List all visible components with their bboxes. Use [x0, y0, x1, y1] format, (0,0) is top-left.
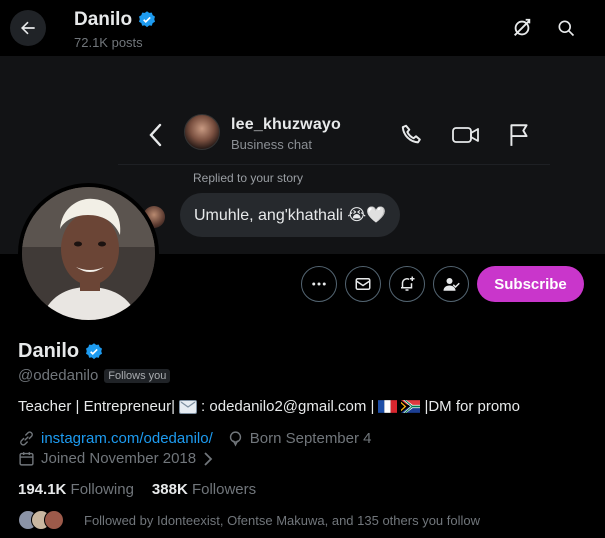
verified-icon: [139, 11, 156, 28]
back-arrow-icon: [21, 21, 35, 35]
header-name-text: Danilo: [74, 9, 133, 30]
message-button[interactable]: [345, 266, 381, 302]
notification-add-icon: [401, 276, 415, 291]
profile-name: Danilo: [18, 340, 104, 363]
no-repost-button[interactable]: [510, 16, 534, 40]
more-button[interactable]: [301, 266, 337, 302]
followers-link[interactable]: 388K Followers: [152, 481, 256, 498]
profile-meta-row-2[interactable]: Joined November 2018: [18, 450, 214, 467]
followed-by-text: Followed by Idonteexist, Ofentse Makuwa,…: [84, 512, 480, 528]
follows-you-badge: Follows you: [104, 368, 171, 383]
profile-born: Born September 4: [249, 430, 372, 447]
chevron-left-icon: [149, 123, 162, 147]
bio-prefix: Teacher | Entrepreneur|: [18, 398, 176, 415]
bio-suffix: |DM for promo: [424, 398, 521, 415]
south-africa-flag-icon: [401, 400, 421, 413]
calendar-icon: [19, 452, 34, 466]
top-bar: Danilo 72.1K posts: [0, 0, 605, 56]
profile-joined: Joined November 2018: [41, 450, 197, 467]
chat-avatar: [184, 114, 220, 150]
link-icon: [20, 431, 33, 446]
mutual-avatar-3: [44, 510, 64, 530]
back-button[interactable]: [10, 10, 46, 46]
header-name: Danilo: [74, 9, 157, 31]
chat-username: lee_khuzwayo: [231, 116, 342, 133]
followers-label: Followers: [191, 481, 257, 498]
message-bubble: Umuhle, ang'khathali 😭🤍: [180, 193, 400, 237]
following-link[interactable]: 194.1K Following: [18, 481, 134, 498]
chat-subtitle: Business chat: [231, 137, 312, 152]
phone-icon: [401, 124, 421, 144]
profile-avatar-frame[interactable]: [18, 183, 159, 324]
replied-to-story-label: Replied to your story: [193, 171, 304, 185]
video-icon: [452, 127, 479, 143]
follow-button[interactable]: [433, 266, 469, 302]
profile-link[interactable]: instagram.com/odedanilo/: [41, 430, 213, 447]
subscribe-button[interactable]: Subscribe: [477, 266, 584, 302]
followed-by-row[interactable]: Followed by Idonteexist, Ofentse Makuwa,…: [18, 510, 480, 530]
header-post-count: 72.1K posts: [74, 35, 143, 50]
profile-bio: Teacher | Entrepreneur| : odedanilo2@gma…: [18, 398, 520, 415]
more-icon: [312, 282, 326, 286]
mail-icon: [355, 278, 371, 290]
notify-button[interactable]: [389, 266, 425, 302]
chevron-right-icon: [204, 451, 213, 466]
avatar: [22, 187, 155, 320]
envelope-emoji-icon: [179, 399, 198, 414]
followers-count: 388K: [151, 481, 188, 498]
following-label: Following: [70, 481, 134, 498]
france-flag-icon: [378, 400, 398, 413]
banner-chat-header: lee_khuzwayo Business chat: [118, 110, 550, 165]
location-icon: [229, 431, 241, 447]
profile-meta-row-1: instagram.com/odedanilo/ Born September …: [18, 430, 372, 447]
verified-icon: [86, 342, 103, 359]
bio-email: : odedanilo2@gmail.com |: [201, 398, 375, 415]
search-button[interactable]: [554, 16, 578, 40]
profile-handle: @odedanilo: [18, 367, 99, 384]
follow-counts: 194.1K Following 388K Followers: [18, 481, 256, 498]
no-repost-icon: [514, 18, 531, 36]
profile-name-text: Danilo: [18, 340, 80, 362]
follow-icon: [443, 278, 460, 291]
following-count: 194.1K: [18, 481, 67, 498]
flag-icon: [510, 124, 528, 146]
search-icon: [558, 20, 575, 37]
profile-handle-row: @odedanilo Follows you: [18, 367, 171, 384]
